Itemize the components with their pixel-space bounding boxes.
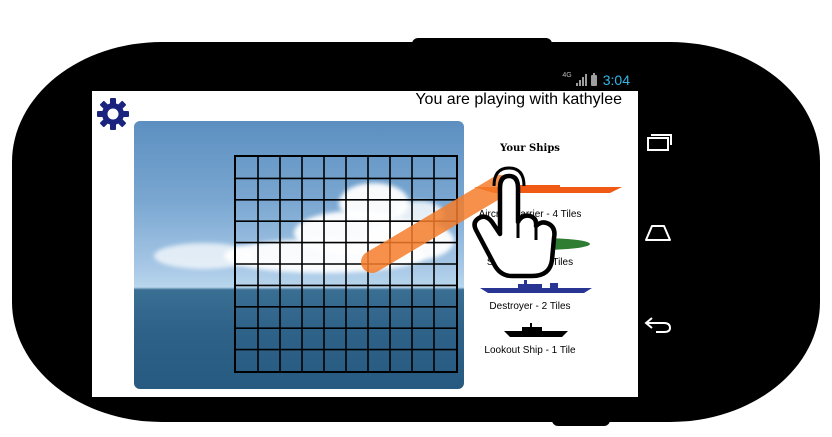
home-icon[interactable] (642, 220, 674, 244)
status-time: 3:04 (602, 72, 630, 88)
back-icon[interactable] (642, 312, 674, 336)
hand-pointer-icon (472, 166, 557, 279)
recent-apps-icon[interactable] (642, 130, 674, 154)
status-bar: 4G 3:04 (92, 69, 638, 91)
ocean-background (134, 121, 464, 389)
signal-icon (575, 74, 587, 86)
ships-title: Your Ships (500, 143, 560, 154)
ship-item[interactable]: Lookout Ship - 1 Tile (466, 345, 594, 356)
network-type: 4G (562, 71, 572, 79)
ship-label: Lookout Ship - 1 Tile (484, 345, 576, 356)
ship-label: Destroyer - 2 Tiles (489, 301, 571, 312)
lookout-ship-icon[interactable] (504, 323, 568, 339)
gear-icon[interactable] (96, 97, 130, 131)
game-grid[interactable] (234, 155, 458, 373)
battery-icon (590, 72, 597, 86)
volume-button (552, 414, 610, 426)
ship-item[interactable]: Destroyer - 2 Tiles (466, 301, 594, 312)
grid-lines (236, 157, 456, 371)
opponent-title: You are playing with kathylee (415, 91, 622, 108)
